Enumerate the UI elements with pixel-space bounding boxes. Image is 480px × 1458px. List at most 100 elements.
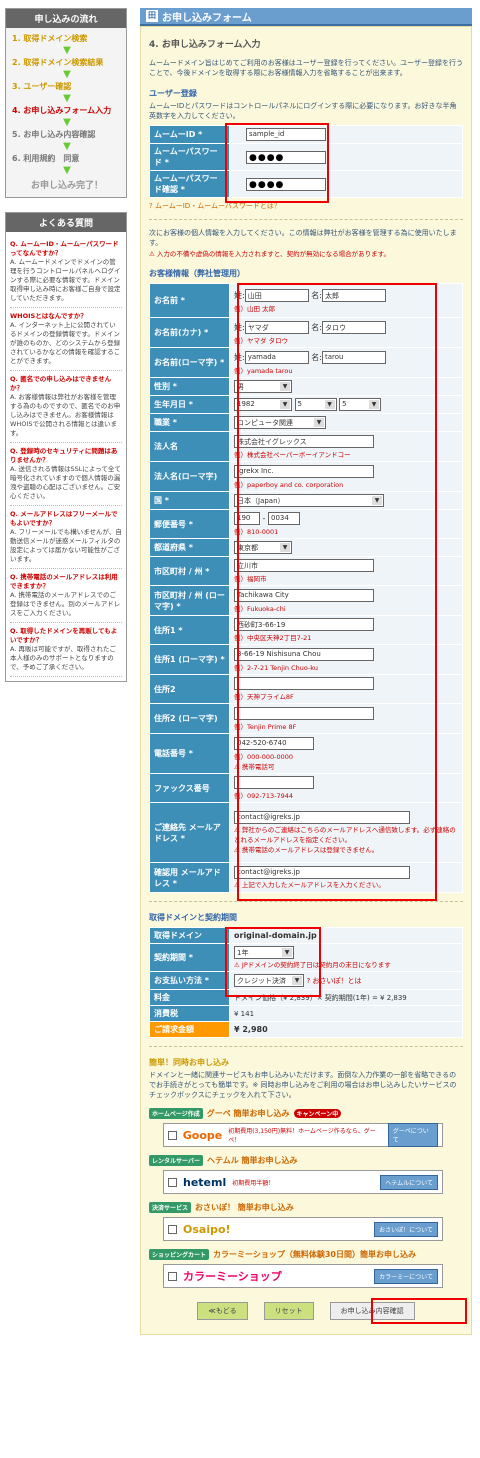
field-label: お名前 * xyxy=(149,283,230,318)
sex-select[interactable]: 男 xyxy=(234,380,292,393)
city-roma-input[interactable]: Tachikawa City xyxy=(234,588,374,602)
moomoo-id-input[interactable]: sample_id xyxy=(246,128,326,141)
example-text: 例）810-0001 xyxy=(234,528,279,536)
faq-question[interactable]: Q. 携帯電話のメールアドレスは利用できますか？ xyxy=(10,573,122,591)
faq-answer: A. 携帯電話のメールアドレスでのご登録はできません。別のメールアドレスをご入力… xyxy=(10,591,122,623)
city-input[interactable]: 立川市 xyxy=(234,559,374,572)
field-label: 市区町村 / 州 * xyxy=(149,556,230,586)
addr1-roma-input[interactable]: 3-66-19 Nishisuna Chou xyxy=(234,647,374,661)
service-detail-button[interactable]: おさいぽ！について xyxy=(374,1221,438,1237)
example-text: 例）天神プライム8F xyxy=(234,693,294,701)
reset-button[interactable]: リセット xyxy=(263,1302,314,1320)
faq-box: よくある質問 Q. ムームーID・ムームーパスワードってなんですか？ A. ムー… xyxy=(5,212,127,682)
service-checkbox[interactable] xyxy=(168,1130,177,1140)
mail-note: ⚠ 弊社からのご連絡はこちらのメールアドレスへ通信致します。必ず連絡のとれるメー… xyxy=(234,826,456,844)
faq-answer: A. 再販は可能ですが、取得されたご本人様のみのサポートとなりますので、予めご了… xyxy=(10,645,122,677)
field-label: 市区町村 / 州 (ローマ字) * xyxy=(149,585,230,616)
field-label: 住所2 (ローマ字) xyxy=(149,703,230,734)
example-text: 例）Fukuoka-chi xyxy=(234,604,286,613)
example-text: 例）中央区天神2丁目7-21 xyxy=(234,634,312,642)
birth-day-select[interactable]: 5 xyxy=(339,398,382,411)
period-note: ⚠ JPドメインの契約終了日は契約月の末日になります xyxy=(234,961,391,969)
faq-question[interactable]: Q. 匿名での申し込みはできませんか？ xyxy=(10,375,122,393)
service-checkbox[interactable] xyxy=(168,1271,177,1281)
kana-sei-input[interactable]: ヤマダ xyxy=(244,320,309,334)
service-desc: 初期費用(3,150円)無料！ホームページ作るなら、グーペ！ xyxy=(228,1128,376,1144)
field-label: ご請求金額 xyxy=(149,1021,230,1038)
addr2-input[interactable] xyxy=(234,677,374,690)
field-label: ムームーID * xyxy=(149,125,230,144)
faq-question[interactable]: Q. 登録時のセキュリティに問題はありませんか？ xyxy=(10,447,122,465)
form-icon: 田 xyxy=(146,10,158,22)
name-sei-input[interactable]: 山田 xyxy=(244,288,309,302)
total-value: ¥ 2,980 xyxy=(229,1021,463,1038)
flow-step: 3. ユーザー確認 xyxy=(12,82,72,91)
password-confirm-input[interactable]: ●●●● xyxy=(246,177,326,191)
arrow-down-icon: ▼ xyxy=(63,165,71,176)
service-title: カラーミーショップ（無料体験30日間）簡単お申し込み xyxy=(213,1250,416,1259)
user-note-link[interactable]: ? ムームーID・ムームーパスワードとは？ xyxy=(149,201,463,211)
birth-month-select[interactable]: 5 xyxy=(294,398,337,411)
kana-mei-input[interactable]: タロウ xyxy=(321,320,386,334)
addr1-input[interactable]: 西砂町3-66-19 xyxy=(234,618,374,631)
payment-select[interactable]: クレジット決済 xyxy=(234,974,304,987)
tax-value: ¥ 141 xyxy=(229,1005,463,1022)
faq-question[interactable]: Q. メールアドレスはフリーメールでもよいですか？ xyxy=(10,510,122,528)
service-tag: ショッピングカート xyxy=(149,1249,210,1260)
flow-step: 1. 取得ドメイン検索 xyxy=(12,34,88,43)
faq-question[interactable]: Q. ムームーID・ムームーパスワードってなんですか？ xyxy=(10,240,122,258)
example-text: 例）Tenjin Prime 8F xyxy=(234,722,297,731)
osaipo-link[interactable]: ? おさいぽ！とは xyxy=(307,977,362,985)
flow-box: 申し込みの流れ 1. 取得ドメイン検索 ▼ 2. 取得ドメイン検索結果 ▼ 3.… xyxy=(5,8,127,198)
service-tag: レンタルサーバー xyxy=(149,1155,203,1166)
osaipo-logo: Osaipo! xyxy=(183,1222,231,1236)
cust-intro: 次にお客様の個人情報を入力してください。この情報は弊社がお客様を管理する為に使用… xyxy=(149,229,457,247)
faq-title: よくある質問 xyxy=(6,213,126,232)
example-text: 例）ヤマダ タロウ xyxy=(234,336,289,345)
country-select[interactable]: 日本（Japan） xyxy=(234,494,384,507)
period-select[interactable]: 1年 xyxy=(234,946,294,959)
job-select[interactable]: コンピュータ関連 xyxy=(234,416,326,429)
corp-roma-input[interactable]: Igrekx Inc. xyxy=(234,464,374,478)
arrow-down-icon: ▼ xyxy=(63,117,71,128)
fax-input[interactable] xyxy=(234,776,314,789)
service-detail-button[interactable]: グーペについて xyxy=(387,1123,438,1147)
faq-question[interactable]: WHOISとはなんですか？ xyxy=(10,312,122,321)
roma-mei-input[interactable]: tarou xyxy=(321,350,386,364)
section-title: 4. お申し込みフォーム入力 xyxy=(149,40,261,50)
service-checkbox[interactable] xyxy=(168,1177,177,1187)
example-text: 例）yamada tarou xyxy=(234,366,293,375)
tel-input[interactable]: 042-520-6740 xyxy=(234,736,314,750)
service-detail-button[interactable]: ヘテムルについて xyxy=(380,1174,438,1190)
password-input[interactable]: ●●●● xyxy=(246,150,326,164)
field-label: 都道府県 * xyxy=(149,538,230,557)
service-detail-button[interactable]: カラーミーについて xyxy=(374,1268,438,1284)
pref-select[interactable]: 東京都 xyxy=(234,541,292,554)
field-label: お支払い方法 * xyxy=(149,971,230,990)
name-mei-input[interactable]: 太郎 xyxy=(321,288,386,302)
zip1-input[interactable]: 190 xyxy=(234,512,260,525)
field-label: 契約期間 * xyxy=(149,943,230,972)
service-checkbox[interactable] xyxy=(168,1224,177,1234)
roma-sei-input[interactable]: yamada xyxy=(244,350,309,364)
confirm-button[interactable]: お申し込み内容確認 xyxy=(329,1302,415,1320)
field-label: 住所2 xyxy=(149,674,230,704)
domain-heading: 取得ドメインと契約期間 xyxy=(149,913,237,922)
campaign-badge: キャンペーン中 xyxy=(293,1109,342,1118)
faq-question[interactable]: Q. 取得したドメインを再販してもよいですか？ xyxy=(10,627,122,645)
birth-year-select[interactable]: 1982 xyxy=(234,398,292,411)
service-heteml: レンタルサーバー ヘテムル 簡単お申し込み heteml 初期費用半額！ ヘテム… xyxy=(149,1155,463,1194)
zip2-input[interactable]: 0034 xyxy=(267,512,300,525)
back-button[interactable]: ≪もどる xyxy=(197,1302,248,1320)
domain-value: original-domain.jp xyxy=(229,927,463,944)
corp-input[interactable]: 株式会社イグレックス xyxy=(234,434,374,448)
addr2-roma-input[interactable] xyxy=(234,706,374,720)
example-text: 例）000-000-0000 xyxy=(234,752,294,761)
field-label: 住所1 * xyxy=(149,615,230,645)
faq-answer: A. インターネット上に公開されているドメインの登録情報です。ドメインが誰のもの… xyxy=(10,321,122,371)
goope-logo: Goope xyxy=(182,1128,223,1142)
email-input[interactable]: contact@igreks.jp xyxy=(234,811,410,824)
field-label: ファックス番号 xyxy=(149,773,230,803)
user-reg-heading: ユーザー登録 xyxy=(149,89,197,98)
email-confirm-input[interactable]: contact@igreks.jp xyxy=(234,866,410,879)
